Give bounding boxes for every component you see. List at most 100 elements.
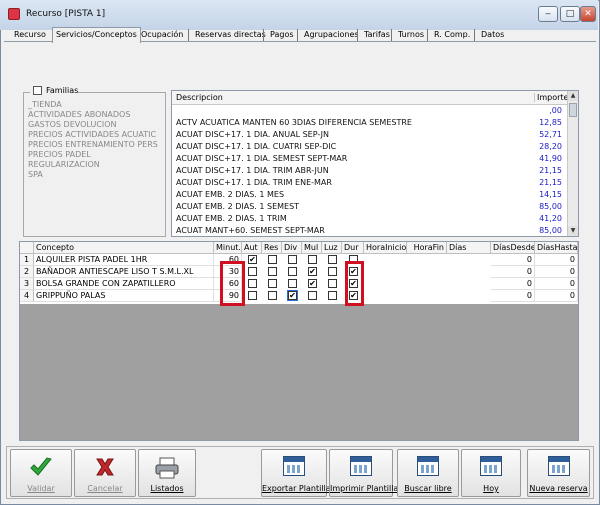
descripcion-row[interactable]: ACUAT EMB. 2 DIAS. 1 MES [176,190,284,199]
header-dias[interactable]: Días [447,242,491,254]
imprimir-label: Imprimir Plantilla [330,484,399,493]
header-hora-fin[interactable]: HoraFin [407,242,447,254]
tab-reservas-directas[interactable]: Reservas directas [191,27,270,42]
tab-datos[interactable]: Datos [477,27,508,42]
header-dur[interactable]: Dur [342,242,364,254]
importe-value: 21,15 [539,166,562,175]
cell-dias-desde[interactable]: 0 [491,254,535,266]
tab-r-comp[interactable]: R. Comp. [430,27,474,42]
descripcion-list[interactable]: Descripcion Importe ,00 ACTV ACUATICA MA… [171,90,579,237]
scroll-up-icon[interactable]: ▲ [568,91,578,101]
header-dias-desde[interactable]: DíasDesde [491,242,535,254]
familia-item[interactable]: SPA [28,170,43,179]
header-luz[interactable]: Luz [322,242,342,254]
header-minut[interactable]: Minut. [214,242,242,254]
scroll-thumb[interactable] [569,103,577,117]
exportar-plantilla-button[interactable]: Exportar Plantilla [261,449,331,497]
descripcion-row[interactable]: ACUAT DISC+17. 1 DIA. TRIM ABR-JUN [176,166,329,175]
checkbox-div[interactable] [288,267,297,276]
descripcion-row[interactable]: ACUAT DISC+17. 1 DIA. CUATRI SEP-DIC [176,142,336,151]
familia-item[interactable]: GASTOS DEVOLUCION [28,120,117,129]
dur-highlight [345,261,364,306]
checkbox-aut[interactable] [248,291,257,300]
checkbox-div[interactable] [288,255,297,264]
header-res[interactable]: Res [262,242,282,254]
buscar-libre-button[interactable]: Buscar libre [397,449,459,497]
window-title: Recurso [PISTA 1] [26,9,106,19]
checkbox-mul[interactable]: ✔ [308,279,317,288]
checkbox-res[interactable] [268,279,277,288]
hoy-button[interactable]: Hoy [461,449,521,497]
checkbox-mul[interactable] [308,291,317,300]
checkbox-res[interactable] [268,255,277,264]
descripcion-row[interactable]: ACUAT DISC+17. 1 DIA. ANUAL SEP-JN [176,130,329,139]
checkbox-res[interactable] [268,267,277,276]
imprimir-plantilla-button[interactable]: Imprimir Plantilla [329,449,399,497]
familia-item[interactable]: _TIENDA [28,100,62,109]
checkbox-luz[interactable] [328,255,337,264]
familias-checkbox[interactable] [33,86,42,95]
minimize-button[interactable]: ‒ [538,6,558,22]
checkbox-div[interactable] [288,279,297,288]
conceptos-grid[interactable]: Concepto Minut. Aut Res Div Mul Luz Dur … [19,241,579,441]
descripcion-row[interactable]: ACTV ACUATICA MANTEN 60 3DIAS DIFERENCIA… [176,118,412,127]
checkbox-mul[interactable]: ✔ [308,267,317,276]
checkbox-aut[interactable] [248,279,257,288]
cell-dias-hasta[interactable]: 0 [535,278,578,290]
checkbox-aut[interactable] [248,267,257,276]
familia-item[interactable]: ACTIVIDADES ABONADOS [28,110,130,119]
descripcion-scrollbar[interactable]: ▲ ▼ [567,91,578,236]
cancelar-button[interactable]: Cancelar [74,449,136,497]
header-dias-hasta[interactable]: DíasHasta [535,242,578,254]
header-aut[interactable]: Aut [242,242,262,254]
validar-button[interactable]: Validar [10,449,72,497]
cell-concepto[interactable]: ALQUILER PISTA PADEL 1HR [34,254,214,266]
cell-concepto[interactable]: GRIPPUÑO PALAS [34,290,214,302]
familia-item[interactable]: REGULARIZACION [28,160,100,169]
descripcion-row[interactable]: ACUAT EMB. 2 DIAS. 1 SEMEST [176,202,299,211]
cell-dias-desde[interactable]: 0 [491,290,535,302]
checkbox-aut[interactable]: ✔ [248,255,257,264]
maximize-button[interactable]: □ [560,6,580,22]
familia-item[interactable]: PRECIOS ACTIVIDADES ACUATIC [28,130,156,139]
descripcion-row[interactable]: ACUAT MANT+60. SEMEST SEPT-MAR [176,226,325,235]
tab-recurso[interactable]: Recurso [10,27,50,42]
descripcion-row[interactable]: ACUAT EMB. 2 DIAS. 1 TRIM [176,214,287,223]
checkbox-luz[interactable] [328,291,337,300]
header-hora-inicio[interactable]: HoraInicio [364,242,407,254]
cell-concepto[interactable]: BOLSA GRANDE CON ZAPATILLERO [34,278,214,290]
cell-dias-hasta[interactable]: 0 [535,254,578,266]
cell-dias-hasta[interactable]: 0 [535,266,578,278]
importe-value: 52,71 [539,130,562,139]
checkbox-luz[interactable] [328,267,337,276]
descripcion-row[interactable]: ACUAT DISC+17. 1 DIA. SEMEST SEPT-MAR [176,154,347,163]
cell-dias-hasta[interactable]: 0 [535,290,578,302]
familia-item[interactable]: PRECIOS ENTRENAMIENTO PERS [28,140,158,149]
familia-item[interactable]: PRECIOS PADEL [28,150,91,159]
tab-tarifas[interactable]: Tarifas [360,27,394,42]
familias-list[interactable]: _TIENDA ACTIVIDADES ABONADOS GASTOS DEVO… [23,92,166,237]
checkbox-luz[interactable] [328,279,337,288]
listados-button[interactable]: Listados [138,449,196,497]
row-number: 4 [20,290,34,302]
checkbox-div[interactable]: ✔ [287,290,298,301]
header-div[interactable]: Div [282,242,302,254]
cell-dias-desde[interactable]: 0 [491,278,535,290]
descripcion-row[interactable]: ACUAT DISC+17. 1 DIA. TRIM ENE-MAR [176,178,332,187]
header-concepto[interactable]: Concepto [34,242,214,254]
cell-dias-desde[interactable]: 0 [491,266,535,278]
tab-pagos[interactable]: Pagos [266,27,298,42]
scroll-down-icon[interactable]: ▼ [568,226,578,236]
checkbox-mul[interactable] [308,255,317,264]
tab-ocupacion[interactable]: Ocupación [137,27,187,42]
row-number: 3 [20,278,34,290]
nueva-reserva-button[interactable]: Nueva reserva [527,449,590,497]
exportar-label: Exportar Plantilla [262,484,331,493]
tab-agrupaciones[interactable]: Agrupaciones [300,27,363,42]
checkbox-res[interactable] [268,291,277,300]
close-button[interactable]: ✕ [580,6,596,22]
tab-turnos[interactable]: Turnos [394,27,428,42]
header-mul[interactable]: Mul [302,242,322,254]
cell-concepto[interactable]: BAÑADOR ANTIESCAPE LISO T S.M.L.XL [34,266,214,278]
tab-servicios-conceptos[interactable]: Servicios/Conceptos [52,27,141,43]
